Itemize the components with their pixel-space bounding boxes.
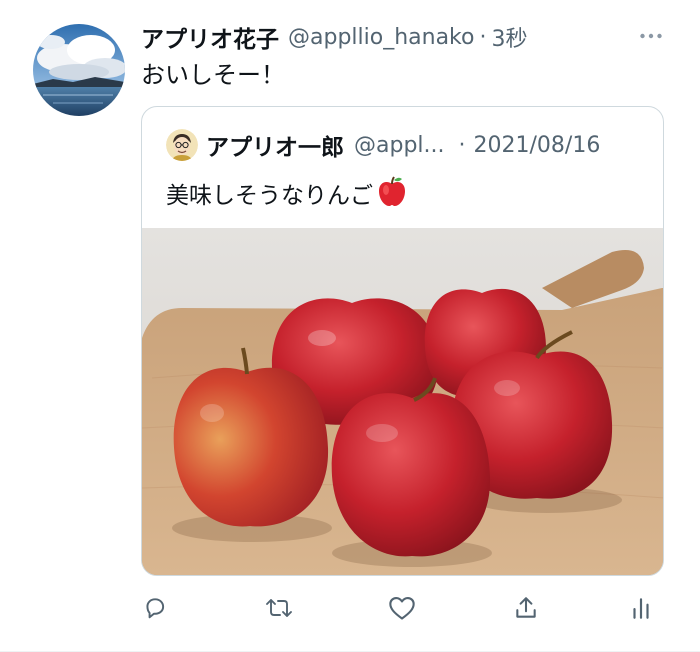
analytics-button[interactable] xyxy=(623,590,659,626)
retweet-icon xyxy=(266,599,292,617)
red-apple-emoji xyxy=(377,175,407,217)
quoted-author-name: アプリオ一郎 xyxy=(206,135,344,161)
tweet-text: おいしそー！ xyxy=(141,61,285,89)
separator-dot: · xyxy=(479,24,487,50)
quoted-author-avatar[interactable] xyxy=(166,129,198,161)
separator-dot: · xyxy=(458,132,466,158)
analytics-icon xyxy=(633,598,649,619)
quoted-tweet-date: 2021/08/16 xyxy=(473,132,601,158)
author-name[interactable]: アプリオ花子 xyxy=(141,20,279,54)
like-button[interactable] xyxy=(384,590,420,626)
reply-button[interactable] xyxy=(137,590,173,626)
share-button[interactable] xyxy=(508,590,544,626)
tweet-timestamp[interactable]: 3秒 xyxy=(491,21,527,53)
tweet-header: アプリオ花子 @appllio_hanako · 3秒 xyxy=(141,20,527,54)
reply-icon xyxy=(146,598,165,619)
more-horizontal-icon xyxy=(640,33,662,39)
apples-photo[interactable] xyxy=(142,228,663,575)
tweet-actions xyxy=(0,590,700,626)
share-icon xyxy=(516,597,536,618)
tweet[interactable]: アプリオ花子 @appllio_hanako · 3秒 おいしそー！ アプリオ一… xyxy=(0,0,700,652)
quoted-tweet[interactable]: アプリオ一郎 @appl... · 2021/08/16 美味しそうなりんご xyxy=(141,106,664,576)
quoted-tweet-header: アプリオ一郎 @appl... · 2021/08/16 xyxy=(206,127,600,163)
author-avatar[interactable] xyxy=(33,24,125,116)
retweet-button[interactable] xyxy=(261,590,297,626)
heart-icon xyxy=(389,597,415,620)
author-handle[interactable]: @appllio_hanako xyxy=(288,25,474,50)
quoted-tweet-text: 美味しそうなりんご xyxy=(166,183,373,209)
quoted-author-handle: @appl... xyxy=(354,132,445,158)
more-options-button[interactable] xyxy=(637,24,665,48)
quoted-tweet-text-line: 美味しそうなりんご xyxy=(166,175,407,217)
